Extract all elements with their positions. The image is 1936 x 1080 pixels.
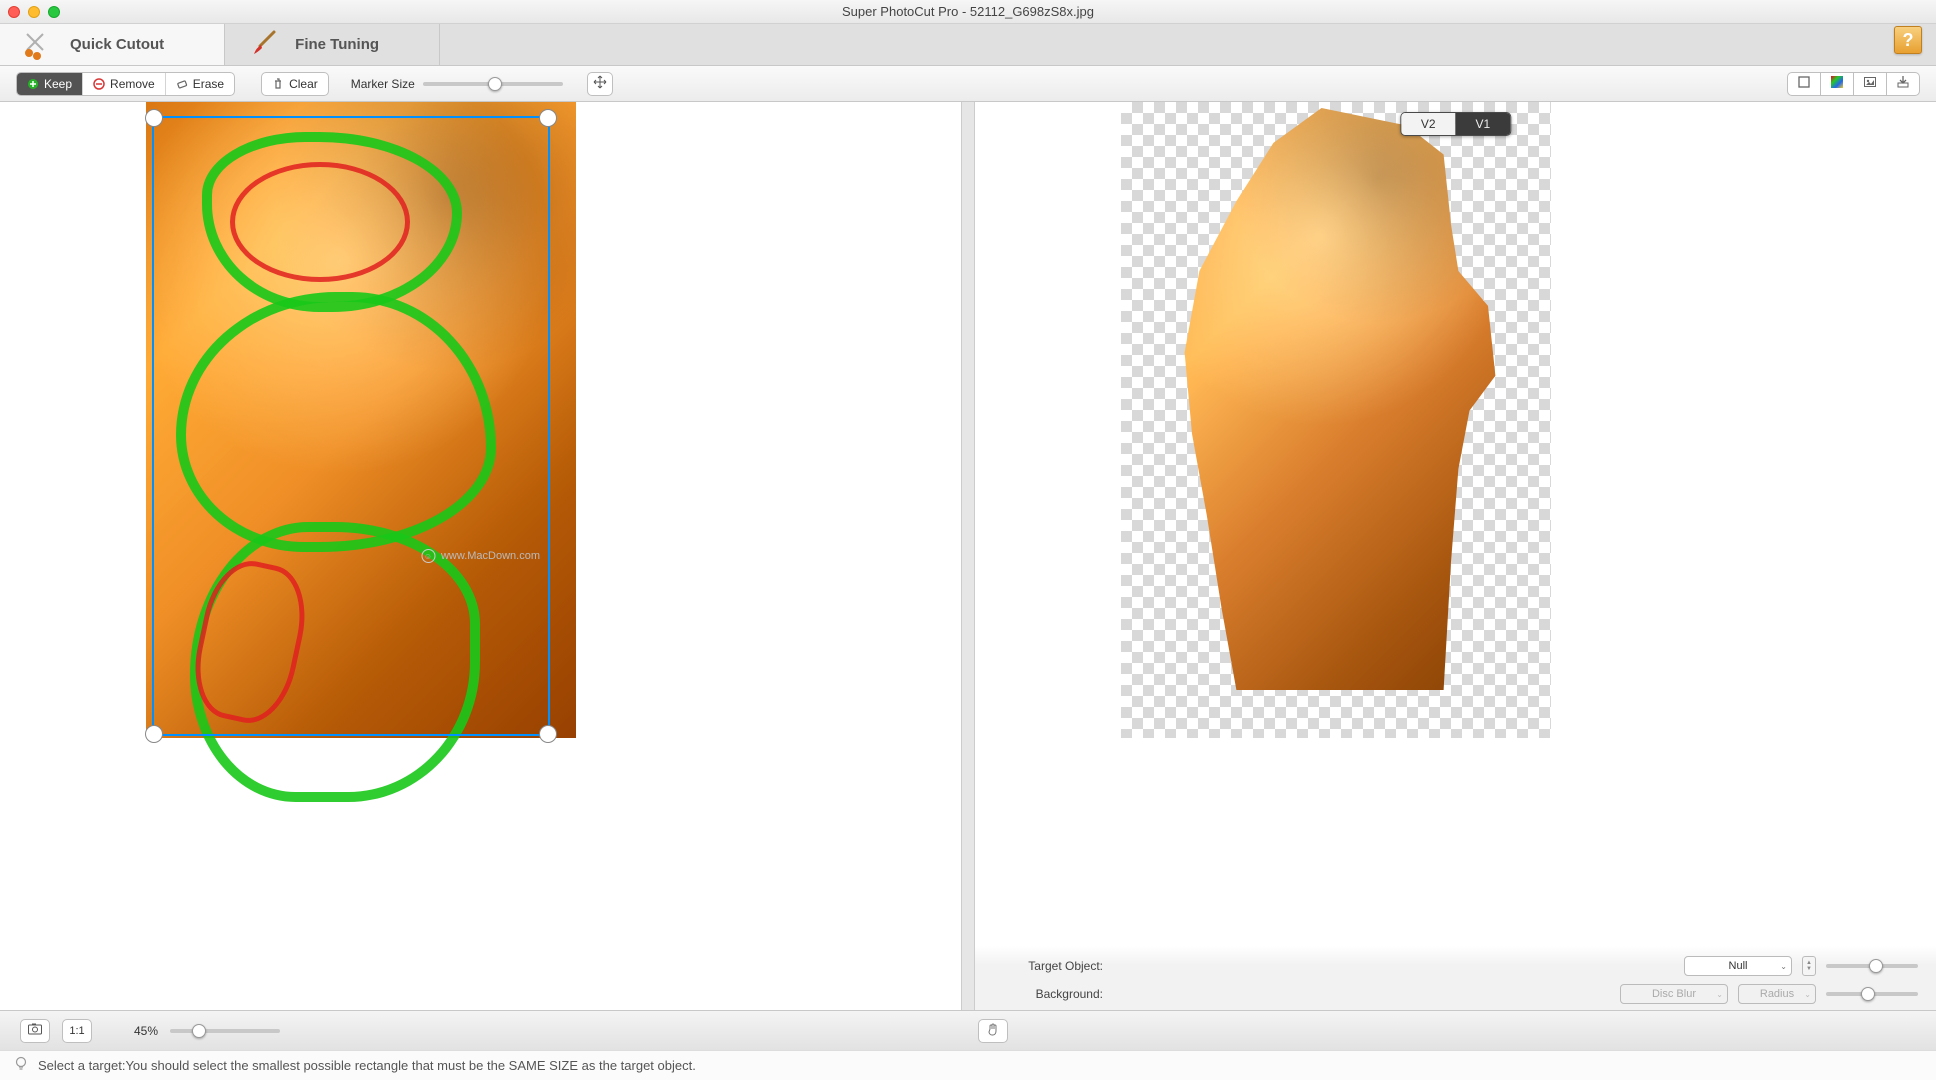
one-to-one-label: 1:1 <box>69 1025 84 1037</box>
marker-size-label: Marker Size <box>351 77 415 91</box>
zoom-bar: 1:1 45% <box>0 1010 1936 1050</box>
hand-icon <box>986 1022 1000 1039</box>
mode-tabs: Quick Cutout Fine Tuning <box>0 24 1936 66</box>
target-object-stepper[interactable]: ▲▼ <box>1802 956 1816 976</box>
color-swatch-icon <box>1830 75 1844 92</box>
remove-label: Remove <box>110 77 155 91</box>
clear-button[interactable]: Clear <box>262 73 328 95</box>
window-title: Super PhotoCut Pro - 52112_G698zS8x.jpg <box>842 4 1094 19</box>
close-window-button[interactable] <box>8 6 20 18</box>
camera-icon <box>27 1022 43 1039</box>
color-bg-button[interactable] <box>1820 72 1854 96</box>
selection-handle-tl[interactable] <box>145 109 163 127</box>
zoom-slider[interactable] <box>170 1029 280 1033</box>
clear-group: Clear <box>261 72 329 96</box>
lightbulb-icon <box>14 1056 28 1075</box>
snapshot-button[interactable] <box>20 1019 50 1043</box>
status-bar: Select a target:You should select the sm… <box>0 1050 1936 1080</box>
zoom-percent-label: 45% <box>134 1024 158 1038</box>
tab-quick-cutout[interactable]: Quick Cutout <box>0 24 225 65</box>
version-v2-button[interactable]: V2 <box>1401 113 1456 135</box>
radius-select[interactable]: Radius⌄ <box>1738 984 1816 1004</box>
zoom-window-button[interactable] <box>48 6 60 18</box>
background-label: Background: <box>993 987 1103 1001</box>
result-panel[interactable]: V2 V1 Target Object: Null⌄ ▲▼ Background… <box>975 102 1936 1010</box>
target-object-slider[interactable] <box>1826 964 1918 968</box>
window-controls <box>8 6 60 18</box>
tab-fine-tuning[interactable]: Fine Tuning <box>225 24 440 65</box>
source-panel[interactable]: ☺www.MacDown.com <box>0 102 961 1010</box>
plus-icon <box>27 78 39 90</box>
actual-size-button[interactable]: 1:1 <box>62 1019 92 1043</box>
radius-slider[interactable] <box>1826 992 1918 996</box>
version-toggle: V2 V1 <box>1400 112 1511 136</box>
export-button[interactable] <box>1886 72 1920 96</box>
pan-tool-button[interactable] <box>978 1019 1008 1043</box>
marker-mode-group: Keep Remove Erase <box>16 72 235 96</box>
toolbar: Keep Remove Erase Clear Marker Size <box>0 66 1936 102</box>
selection-rectangle[interactable] <box>152 116 550 736</box>
background-select[interactable]: Disc Blur⌄ <box>1620 984 1728 1004</box>
erase-label: Erase <box>193 77 224 91</box>
workspace: ☺www.MacDown.com V2 V1 Target Object: Nu… <box>0 102 1936 1010</box>
fit-icon <box>1797 75 1811 92</box>
clear-label: Clear <box>289 77 318 91</box>
help-icon[interactable]: ? <box>1894 26 1922 54</box>
version-v1-button[interactable]: V1 <box>1456 113 1511 135</box>
keep-button[interactable]: Keep <box>17 73 83 95</box>
move-icon <box>593 75 607 92</box>
minus-icon <box>93 78 105 90</box>
remove-button[interactable]: Remove <box>83 73 166 95</box>
marker-size-slider[interactable] <box>423 82 563 86</box>
fit-view-button[interactable] <box>1787 72 1821 96</box>
target-object-select[interactable]: Null⌄ <box>1684 956 1792 976</box>
view-buttons <box>1788 72 1920 96</box>
scissors-icon <box>20 27 56 63</box>
panel-divider[interactable] <box>961 102 975 1010</box>
keep-label: Keep <box>44 77 72 91</box>
result-controls: Target Object: Null⌄ ▲▼ Background: Disc… <box>975 946 1936 1010</box>
eraser-icon <box>176 78 188 90</box>
tab-quick-label: Quick Cutout <box>70 36 164 53</box>
export-icon <box>1896 75 1910 92</box>
trash-icon <box>272 78 284 90</box>
selection-handle-bl[interactable] <box>145 725 163 743</box>
titlebar: Super PhotoCut Pro - 52112_G698zS8x.jpg <box>0 0 1936 24</box>
paintbrush-icon <box>245 27 281 63</box>
status-tip: Select a target:You should select the sm… <box>38 1058 696 1073</box>
target-object-label: Target Object: <box>993 959 1103 973</box>
image-bg-button[interactable] <box>1853 72 1887 96</box>
erase-button[interactable]: Erase <box>166 73 234 95</box>
selection-handle-tr[interactable] <box>539 109 557 127</box>
selection-handle-br[interactable] <box>539 725 557 743</box>
minimize-window-button[interactable] <box>28 6 40 18</box>
image-icon <box>1863 75 1877 92</box>
move-tool-button[interactable] <box>587 72 613 96</box>
tab-fine-label: Fine Tuning <box>295 36 379 53</box>
